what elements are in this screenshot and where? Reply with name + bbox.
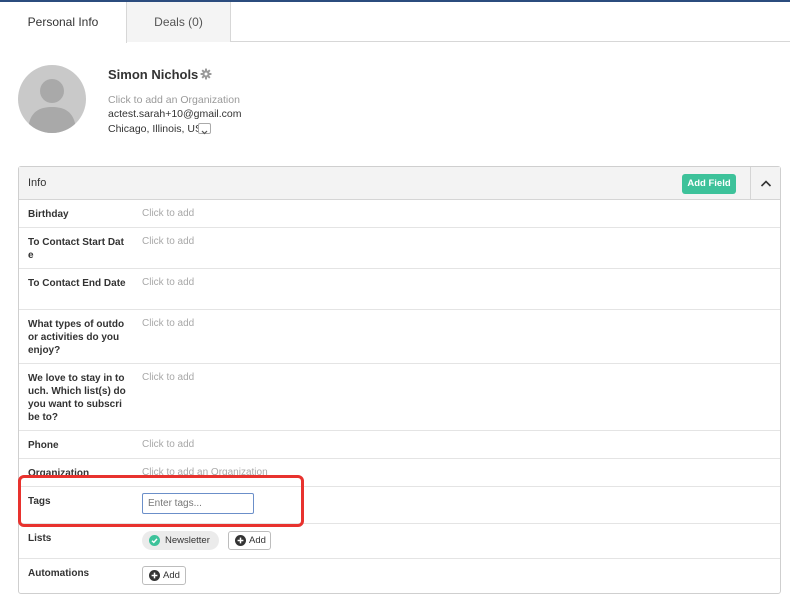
chevron-up-icon bbox=[760, 180, 772, 187]
click-to-add-link[interactable]: Click to add bbox=[142, 439, 194, 450]
field-row-outdoor-activities: What types of outdoor activities do you … bbox=[19, 310, 780, 364]
field-label: Phone bbox=[28, 440, 59, 451]
contact-location: Chicago, Illinois, US bbox=[108, 123, 202, 135]
add-organization-link[interactable]: Click to add an Organization bbox=[108, 94, 240, 106]
field-label: We love to stay in touch. Which list(s) … bbox=[28, 373, 126, 423]
tab-deals[interactable]: Deals (0) bbox=[127, 2, 231, 42]
tab-personal-info[interactable]: Personal Info bbox=[0, 2, 127, 43]
location-dropdown-button[interactable] bbox=[198, 123, 211, 135]
field-label: Birthday bbox=[28, 209, 69, 220]
info-panel-header: Info Add Field bbox=[19, 167, 780, 200]
add-list-button[interactable]: Add bbox=[228, 531, 271, 550]
field-label: What types of outdoor activities do you … bbox=[28, 319, 125, 356]
field-row-lists: Lists Newsletter Add bbox=[19, 524, 780, 559]
contact-name[interactable]: Simon Nichols bbox=[108, 67, 198, 82]
click-to-add-link[interactable]: Click to add bbox=[142, 236, 194, 247]
contact-email[interactable]: actest.sarah+10@gmail.com bbox=[108, 108, 242, 120]
field-row-contact-start-date: To Contact Start Date Click to add bbox=[19, 228, 780, 269]
avatar[interactable] bbox=[18, 65, 86, 133]
add-automation-label: Add bbox=[163, 570, 180, 581]
info-panel-title: Info bbox=[28, 177, 47, 189]
plus-circle-icon bbox=[235, 535, 246, 546]
add-field-button[interactable]: Add Field bbox=[682, 174, 736, 194]
info-panel: Info Add Field Birthday Click to add To … bbox=[18, 166, 781, 594]
chevron-down-icon bbox=[201, 130, 208, 135]
field-label: Automations bbox=[28, 568, 90, 579]
field-row-subscribe-lists: We love to stay in touch. Which list(s) … bbox=[19, 364, 780, 431]
add-list-label: Add bbox=[249, 535, 266, 546]
check-circle-icon bbox=[149, 535, 160, 546]
collapse-panel-button[interactable] bbox=[750, 167, 780, 200]
field-row-phone: Phone Click to add bbox=[19, 431, 780, 459]
tab-bar: Personal Info Deals (0) bbox=[0, 2, 790, 43]
tags-input[interactable] bbox=[142, 493, 254, 514]
click-to-add-link[interactable]: Click to add bbox=[142, 318, 194, 329]
gear-icon[interactable] bbox=[200, 68, 212, 80]
click-to-add-link[interactable]: Click to add bbox=[142, 277, 194, 288]
list-tag-newsletter[interactable]: Newsletter bbox=[142, 531, 219, 550]
field-label: To Contact Start Date bbox=[28, 237, 124, 261]
field-row-automations: Automations Add bbox=[19, 559, 780, 593]
field-label: Lists bbox=[28, 533, 52, 544]
list-tag-label: Newsletter bbox=[165, 535, 210, 546]
field-row-contact-end-date: To Contact End Date Click to add bbox=[19, 269, 780, 310]
user-silhouette-icon bbox=[28, 79, 76, 133]
click-to-add-link[interactable]: Click to add bbox=[142, 208, 194, 219]
plus-circle-icon bbox=[149, 570, 160, 581]
add-automation-button[interactable]: Add bbox=[142, 566, 186, 585]
field-label: To Contact End Date bbox=[28, 278, 126, 289]
field-row-birthday: Birthday Click to add bbox=[19, 200, 780, 228]
click-to-add-link[interactable]: Click to add bbox=[142, 372, 194, 383]
